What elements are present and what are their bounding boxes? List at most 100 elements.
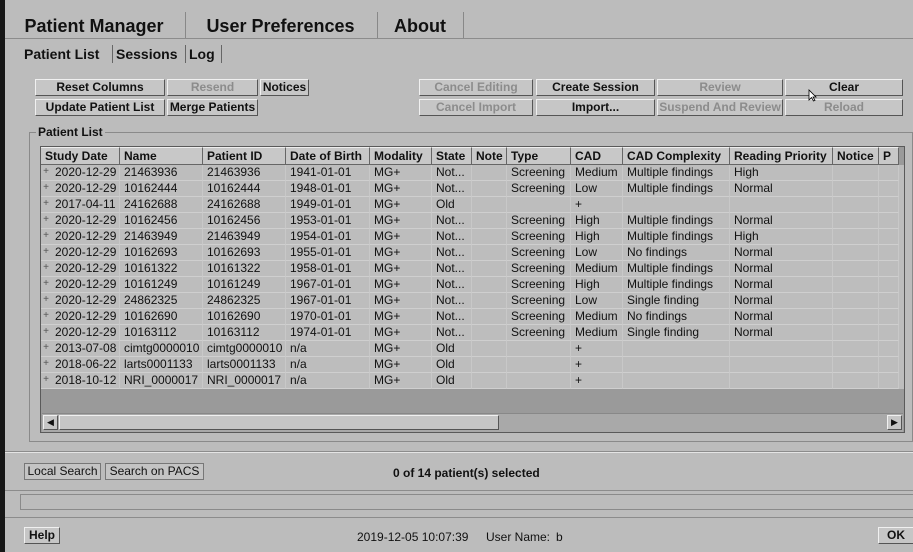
scroll-left-button[interactable]: ◀ — [43, 415, 58, 430]
cell-modality: MG+ — [370, 325, 432, 341]
cell-patient-id: 10162693 — [203, 245, 286, 261]
cell-type: Screening — [507, 309, 571, 325]
cell-cad-complexity: Multiple findings — [623, 181, 730, 197]
table-row[interactable]: +2020-12-29 10162693 10162693 1955-01-01 MG+… — [41, 245, 904, 261]
search-on-pacs-button[interactable]: Search on PACS — [105, 463, 204, 480]
table-row[interactable]: +2020-12-29 10162456 10162456 1953-01-01 MG+… — [41, 213, 904, 229]
cell-patient-id: 10162456 — [203, 213, 286, 229]
cell-patient-id: 21463936 — [203, 165, 286, 181]
column-header-modality[interactable]: Modality — [370, 147, 432, 165]
suspend-and-review-button[interactable]: Suspend And Review — [657, 99, 783, 116]
column-header-study-date[interactable]: Study Date — [41, 147, 120, 165]
cell-note — [472, 325, 507, 341]
cell-patient-id: cimtg0000010 — [203, 341, 286, 357]
review-button[interactable]: Review — [657, 79, 783, 96]
help-button[interactable]: Help — [24, 527, 60, 544]
cancel-editing-button[interactable]: Cancel Editing — [419, 79, 533, 96]
table-row[interactable]: +2020-12-29 10161322 10161322 1958-01-01 MG+… — [41, 261, 904, 277]
cell-date-of-birth: 1974-01-01 — [286, 325, 370, 341]
ok-button[interactable]: OK — [878, 527, 913, 544]
horizontal-scrollbar[interactable]: ◀ ▶ — [42, 413, 903, 432]
cell-note — [472, 373, 507, 389]
subtab-patient-list[interactable]: Patient List — [21, 45, 102, 63]
column-header-notice[interactable]: Notice — [833, 147, 879, 165]
subtab-log[interactable]: Log — [186, 45, 218, 63]
update-patient-list-button[interactable]: Update Patient List — [35, 99, 165, 116]
subtab-sessions[interactable]: Sessions — [113, 45, 180, 63]
cell-type — [507, 373, 571, 389]
table-row[interactable]: +2020-12-29 10163112 10163112 1974-01-01 MG+… — [41, 325, 904, 341]
column-header-date-of-birth[interactable]: Date of Birth — [286, 147, 370, 165]
cancel-import-button[interactable]: Cancel Import — [419, 99, 533, 116]
cell-type: Screening — [507, 213, 571, 229]
tab-user-preferences[interactable]: User Preferences — [193, 14, 368, 38]
cell-notice — [833, 213, 879, 229]
cell-type: Screening — [507, 261, 571, 277]
column-header-reading-priority[interactable]: Reading Priority — [730, 147, 833, 165]
import-button[interactable]: Import... — [536, 99, 655, 116]
cell-patient-id: 10162444 — [203, 181, 286, 197]
resend-button[interactable]: Resend — [167, 79, 258, 96]
table-row[interactable]: +2020-12-29 10161249 10161249 1967-01-01 MG+… — [41, 277, 904, 293]
table-row[interactable]: +2020-12-29 21463936 21463936 1941-01-01 MG+… — [41, 165, 904, 181]
table-row[interactable]: +2018-10-12 NRI_0000017 NRI_0000017 n/a MG+ O… — [41, 373, 904, 389]
scroll-right-button[interactable]: ▶ — [887, 415, 902, 430]
local-search-button[interactable]: Local Search — [24, 463, 101, 480]
merge-patients-button[interactable]: Merge Patients — [167, 99, 258, 116]
column-header-cad[interactable]: CAD — [571, 147, 623, 165]
cell-patient-id: 21463949 — [203, 229, 286, 245]
column-header-p[interactable]: P — [879, 147, 899, 165]
cell-study-date: 2018-10-12 — [41, 373, 120, 389]
column-header-note[interactable]: Note — [472, 147, 507, 165]
cell-p — [879, 341, 899, 357]
tab-patient-manager[interactable]: Patient Manager — [21, 14, 167, 38]
cell-name: NRI_0000017 — [120, 373, 203, 389]
table-row[interactable]: +2020-12-29 24862325 24862325 1967-01-01 MG+… — [41, 293, 904, 309]
patient-list-group-title: Patient List — [36, 125, 105, 139]
create-session-button[interactable]: Create Session — [536, 79, 655, 96]
cell-notice — [833, 245, 879, 261]
column-header-cad-complexity[interactable]: CAD Complexity — [623, 147, 730, 165]
cell-name: 10162444 — [120, 181, 203, 197]
notices-button[interactable]: Notices — [260, 79, 309, 96]
cell-reading-priority: Normal — [730, 245, 833, 261]
column-header-type[interactable]: Type — [507, 147, 571, 165]
cell-note — [472, 213, 507, 229]
table-row[interactable]: +2020-12-29 10162444 10162444 1948-01-01 MG+… — [41, 181, 904, 197]
cell-date-of-birth: 1949-01-01 — [286, 197, 370, 213]
column-header-patient-id[interactable]: Patient ID — [203, 147, 286, 165]
cell-reading-priority — [730, 373, 833, 389]
column-header-name[interactable]: Name — [120, 147, 203, 165]
cell-state: Not... — [432, 261, 472, 277]
scrollbar-thumb[interactable] — [59, 415, 499, 430]
table-row[interactable]: +2018-06-22 larts0001133 larts0001133 n/a MG… — [41, 357, 904, 373]
column-header-state[interactable]: State — [432, 147, 472, 165]
table-row[interactable]: +2020-12-29 10162690 10162690 1970-01-01 MG+… — [41, 309, 904, 325]
patient-table[interactable]: Study Date Name Patient ID Date of Birth Mod… — [40, 146, 905, 433]
right-arrow-icon: ▶ — [891, 417, 898, 427]
reload-button[interactable]: Reload — [785, 99, 903, 116]
cell-modality: MG+ — [370, 357, 432, 373]
table-row[interactable]: +2017-04-11 24162688 24162688 1949-01-01 MG+… — [41, 197, 904, 213]
cell-name: 10162690 — [120, 309, 203, 325]
table-row[interactable]: +2013-07-08 cimtg0000010 cimtg0000010 n/a MG… — [41, 341, 904, 357]
clear-button[interactable]: Clear — [785, 79, 903, 96]
cell-cad-complexity: No findings — [623, 309, 730, 325]
divider-highlight — [5, 452, 913, 453]
cell-type: Screening — [507, 293, 571, 309]
cell-modality: MG+ — [370, 309, 432, 325]
cell-reading-priority: High — [730, 229, 833, 245]
cell-type: Screening — [507, 165, 571, 181]
cell-cad-complexity: Multiple findings — [623, 229, 730, 245]
cell-reading-priority — [730, 197, 833, 213]
reset-columns-button[interactable]: Reset Columns — [35, 79, 165, 96]
cell-p — [879, 213, 899, 229]
table-row[interactable]: +2020-12-29 21463949 21463949 1954-01-01 MG+… — [41, 229, 904, 245]
cell-name: 10161249 — [120, 277, 203, 293]
cell-type: Screening — [507, 181, 571, 197]
table-header: Study Date Name Patient ID Date of Birth Mod… — [41, 147, 904, 165]
cell-modality: MG+ — [370, 197, 432, 213]
cell-date-of-birth: 1967-01-01 — [286, 277, 370, 293]
cell-date-of-birth: 1955-01-01 — [286, 245, 370, 261]
tab-about[interactable]: About — [385, 14, 455, 38]
